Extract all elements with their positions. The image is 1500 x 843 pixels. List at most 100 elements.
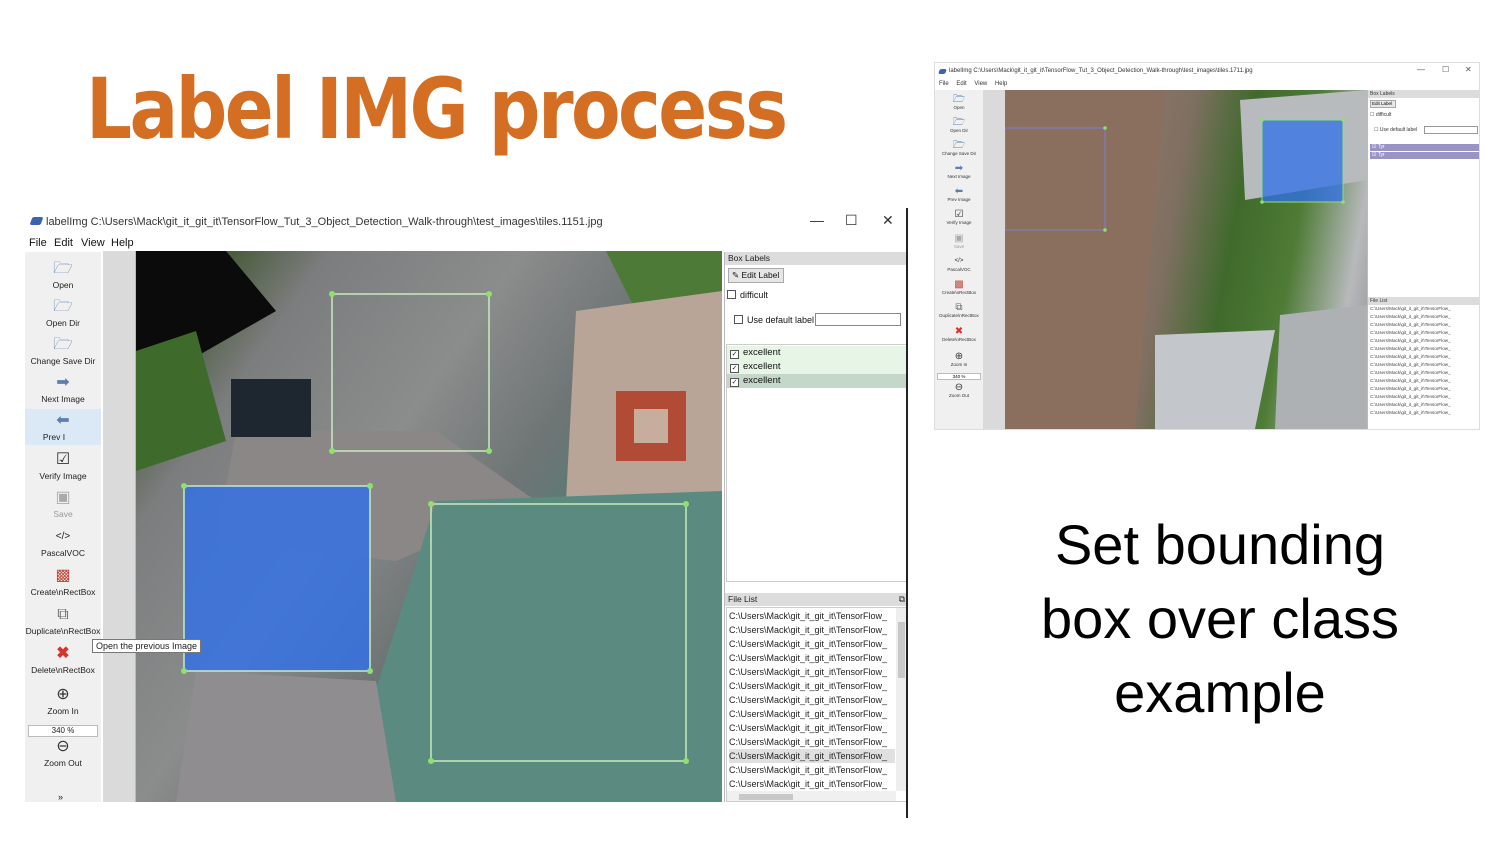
menu-view[interactable]: View	[974, 81, 987, 87]
change-save-dir-button[interactable]: 🗁 Change Save Dir	[935, 140, 983, 156]
zoom-out-button[interactable]: ⊖ Zoom Out	[935, 382, 983, 398]
aerial-image-canvas[interactable]	[136, 251, 722, 802]
edit-label-button[interactable]: ✎ Edit Label	[728, 268, 784, 283]
difficult-checkbox[interactable]: difficult	[727, 290, 768, 300]
scroll-thumb[interactable]	[739, 794, 793, 800]
delete-rectbox-button[interactable]: ✖ Delete\nRectBox	[935, 326, 983, 342]
menu-view[interactable]: View	[81, 237, 105, 249]
float-dock-icon[interactable]: ⧉	[899, 593, 905, 606]
file-item[interactable]: C:\Users\Mack\git_it_git_it\TensorFlow_	[1370, 370, 1470, 376]
minimize-button[interactable]: —	[810, 212, 824, 228]
next-image-button[interactable]: ➡ Next Image	[25, 374, 101, 404]
file-item[interactable]: C:\Users\Mack\git_it_git_it\TensorFlow_	[729, 777, 895, 791]
file-item[interactable]: C:\Users\Mack\git_it_git_it\TensorFlow_	[729, 763, 895, 777]
file-item[interactable]: C:\Users\Mack\git_it_git_it\TensorFlow_	[1370, 378, 1470, 384]
maximize-button[interactable]: ☐	[1442, 65, 1449, 74]
open-button[interactable]: 🗁 Open	[25, 260, 101, 290]
file-item[interactable]: C:\Users\Mack\git_it_git_it\TensorFlow_	[729, 693, 895, 707]
label-item[interactable]: ✓ excellent	[727, 346, 906, 360]
small-aerial-image-canvas[interactable]	[1005, 90, 1367, 429]
file-item[interactable]: C:\Users\Mack\git_it_git_it\TensorFlow_	[729, 623, 895, 637]
file-item[interactable]: C:\Users\Mack\git_it_git_it\TensorFlow_	[729, 651, 895, 665]
file-list-hscrollbar[interactable]	[727, 791, 896, 801]
duplicate-icon: ⧉	[57, 606, 69, 623]
file-item-selected[interactable]: C:\Users\Mack\git_it_git_it\TensorFlow_	[729, 749, 895, 763]
menu-file[interactable]: File	[939, 81, 949, 87]
change-save-dir-button[interactable]: 🗁 Change Save Dir	[25, 336, 101, 366]
difficult-checkbox[interactable]: ☐ difficult	[1370, 112, 1391, 118]
file-item[interactable]: C:\Users\Mack\git_it_git_it\TensorFlow_	[729, 735, 895, 749]
open-button[interactable]: 🗁 Open	[935, 94, 983, 110]
zoom-value-field[interactable]: 340 %	[28, 725, 98, 737]
canvas-scrollbar[interactable]	[983, 90, 1005, 429]
file-list-scrollbar[interactable]	[896, 608, 906, 791]
file-item[interactable]: C:\Users\Mack\git_it_git_it\TensorFlow_	[1370, 354, 1470, 360]
default-label-input[interactable]	[1424, 126, 1478, 134]
file-item[interactable]: C:\Users\Mack\git_it_git_it\TensorFlow_	[1370, 402, 1470, 408]
use-default-label-checkbox[interactable]: ☐ Use default label	[1374, 127, 1417, 133]
pascalvoc-button[interactable]: </> PascalVOC	[25, 528, 101, 558]
file-item[interactable]: C:\Users\Mack\git_it_git_it\TensorFlow_	[729, 679, 895, 693]
file-item[interactable]: C:\Users\Mack\git_it_git_it\TensorFlow_	[1370, 314, 1470, 320]
prev-image-button[interactable]: ⬅ Prev Image	[935, 186, 983, 202]
file-item[interactable]: C:\Users\Mack\git_it_git_it\TensorFlow_	[729, 637, 895, 651]
menu-help[interactable]: Help	[995, 81, 1007, 87]
labels-list: ✓ excellent ✓ excellent ✓ excellent	[726, 344, 906, 582]
zoom-out-button[interactable]: ⊖ Zoom Out	[25, 738, 101, 768]
create-rectbox-button[interactable]: ▩ Create\nRectBox	[935, 279, 983, 295]
default-label-input[interactable]	[815, 313, 901, 326]
scroll-thumb[interactable]	[898, 622, 905, 678]
duplicate-rectbox-button[interactable]: ⧉ Duplicate\nRectBox	[25, 606, 101, 636]
label-item[interactable]: ☑ Tyr	[1370, 144, 1479, 151]
menu-help[interactable]: Help	[111, 237, 134, 249]
verify-image-button[interactable]: ☑ Verify Image	[935, 209, 983, 225]
tool-label: Zoom In	[950, 362, 968, 367]
file-item[interactable]: C:\Users\Mack\git_it_git_it\TensorFlow_	[729, 707, 895, 721]
label-item[interactable]: ☑ Tyr	[1370, 152, 1479, 159]
file-item[interactable]: C:\Users\Mack\git_it_git_it\TensorFlow_	[729, 721, 895, 735]
label-item-selected[interactable]: ✓ excellent	[727, 374, 906, 388]
file-item[interactable]: C:\Users\Mack\git_it_git_it\TensorFlow_	[1370, 306, 1470, 312]
bounding-box[interactable]	[331, 293, 490, 452]
zoom-in-button[interactable]: ⊕ Zoom In	[935, 351, 983, 367]
minimize-button[interactable]: —	[1417, 65, 1425, 74]
file-item[interactable]: C:\Users\Mack\git_it_git_it\TensorFlow_	[1370, 386, 1470, 392]
next-image-button[interactable]: ➡ Next Image	[935, 163, 983, 179]
file-item[interactable]: C:\Users\Mack\git_it_git_it\TensorFlow_	[1370, 346, 1470, 352]
prev-image-button[interactable]: ⬅ Prev I	[25, 409, 101, 445]
check-icon: ☑	[954, 209, 964, 220]
tool-label: PascalVOC	[947, 267, 971, 272]
delete-rectbox-button[interactable]: ✖ Delete\nRectBox	[25, 645, 101, 675]
toolbar-more-icon[interactable]: »	[58, 792, 63, 802]
maximize-button[interactable]: ☐	[845, 212, 858, 229]
pascalvoc-button[interactable]: </> PascalVOC	[935, 256, 983, 272]
file-item[interactable]: C:\Users\Mack\git_it_git_it\TensorFlow_	[1370, 338, 1470, 344]
file-item[interactable]: C:\Users\Mack\git_it_git_it\TensorFlow_	[1370, 330, 1470, 336]
zoom-value-field[interactable]: 340 %	[937, 373, 981, 380]
save-button[interactable]: ▣ Save	[25, 489, 101, 519]
create-rectbox-button[interactable]: ▩ Create\nRectBox	[25, 567, 101, 597]
canvas-scrollbar[interactable]	[103, 251, 136, 802]
close-button[interactable]: ✕	[882, 212, 894, 229]
file-item[interactable]: C:\Users\Mack\git_it_git_it\TensorFlow_	[1370, 322, 1470, 328]
file-item[interactable]: C:\Users\Mack\git_it_git_it\TensorFlow_	[729, 609, 895, 623]
save-button[interactable]: ▣ Save	[935, 233, 983, 249]
file-item[interactable]: C:\Users\Mack\git_it_git_it\TensorFlow_	[729, 665, 895, 679]
edit-label-button[interactable]: Edit Label	[1370, 100, 1396, 108]
zoom-in-button[interactable]: ⊕ Zoom In	[25, 686, 101, 716]
selected-bounding-box[interactable]	[183, 485, 371, 672]
menu-edit[interactable]: Edit	[956, 81, 966, 87]
open-dir-button[interactable]: 🗁 Open Dir	[935, 117, 983, 133]
selected-bounding-box[interactable]	[1261, 119, 1344, 203]
file-item[interactable]: C:\Users\Mack\git_it_git_it\TensorFlow_	[1370, 410, 1470, 416]
use-default-label-checkbox[interactable]: Use default label	[734, 315, 814, 325]
duplicate-rectbox-button[interactable]: ⧉ Duplicate\nRectBox	[935, 302, 983, 318]
file-item[interactable]: C:\Users\Mack\git_it_git_it\TensorFlow_	[1370, 394, 1470, 400]
close-button[interactable]: ✕	[1465, 65, 1472, 74]
menu-edit[interactable]: Edit	[54, 237, 73, 249]
verify-image-button[interactable]: ☑ Verify Image	[25, 451, 101, 481]
file-item[interactable]: C:\Users\Mack\git_it_git_it\TensorFlow_	[1370, 362, 1470, 368]
open-dir-button[interactable]: 🗁 Open Dir	[25, 298, 101, 328]
label-item[interactable]: ✓ excellent	[727, 360, 906, 374]
menu-file[interactable]: File	[29, 237, 47, 249]
